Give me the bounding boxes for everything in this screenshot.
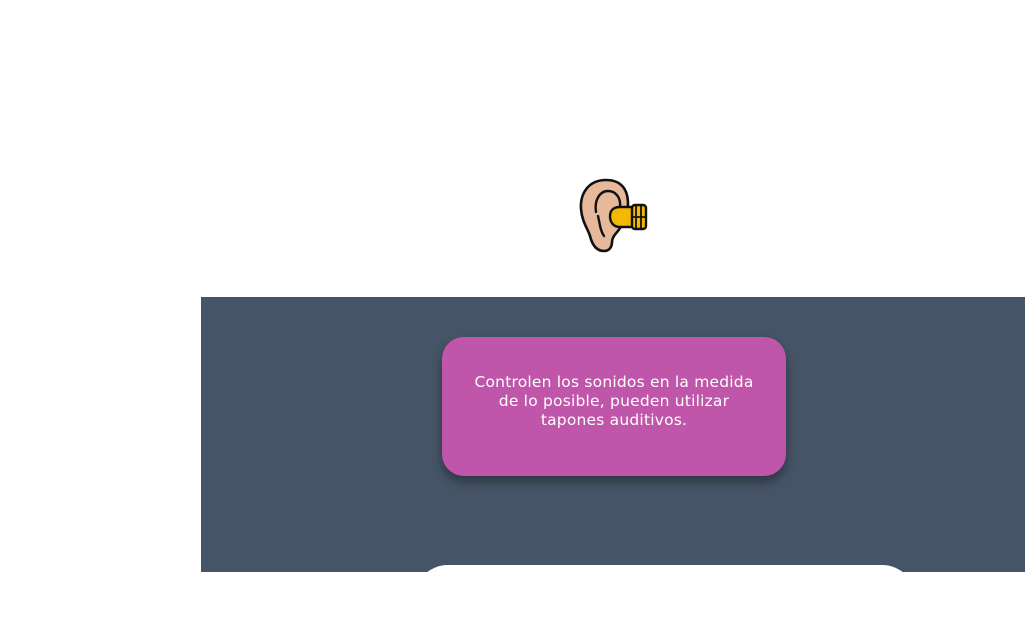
page: Controlen los sonidos en la medida de lo… (0, 0, 1025, 621)
next-card (414, 565, 916, 572)
tip-card: Controlen los sonidos en la medida de lo… (442, 337, 786, 476)
ear-with-earplug-icon (576, 176, 652, 256)
content-panel: Controlen los sonidos en la medida de lo… (201, 297, 1025, 572)
tip-text: Controlen los sonidos en la medida de lo… (474, 373, 754, 429)
